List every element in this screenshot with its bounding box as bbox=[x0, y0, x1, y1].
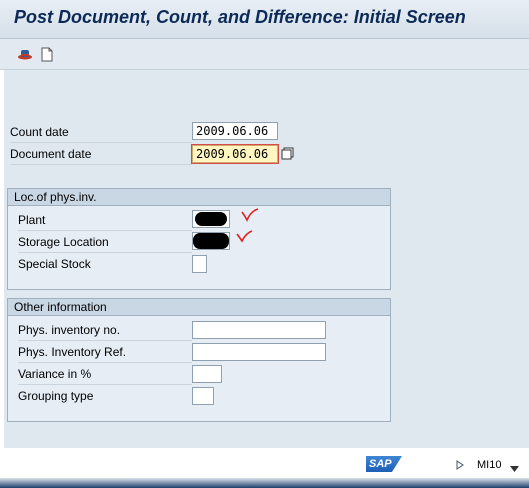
document-date-field[interactable]: 2009.06.06 bbox=[191, 144, 279, 164]
new-document-icon[interactable] bbox=[38, 45, 56, 63]
count-date-field[interactable]: 2009.06.06 bbox=[192, 122, 278, 140]
red-check-mark bbox=[240, 207, 260, 226]
red-check-mark bbox=[235, 230, 255, 247]
special-stock-label: Special Stock bbox=[18, 257, 91, 271]
play-icon[interactable] bbox=[456, 459, 464, 473]
main-content: Count date 2009.06.06 Document date 2009… bbox=[4, 70, 529, 448]
application-toolbar bbox=[0, 39, 529, 70]
redaction-mark bbox=[193, 233, 229, 249]
divider bbox=[10, 164, 192, 165]
storage-location-label: Storage Location bbox=[18, 235, 109, 249]
divider bbox=[18, 362, 192, 363]
chevron-down-icon[interactable] bbox=[510, 461, 519, 475]
bottom-border bbox=[0, 478, 529, 488]
phys-inventory-no-label: Phys. inventory no. bbox=[18, 323, 121, 337]
calendar-icon[interactable] bbox=[281, 147, 294, 160]
hat-icon[interactable] bbox=[16, 45, 34, 63]
plant-label: Plant bbox=[18, 213, 46, 227]
divider bbox=[18, 252, 192, 253]
location-group-title: Loc.of phys.inv. bbox=[8, 189, 390, 206]
divider bbox=[18, 230, 192, 231]
page-title: Post Document, Count, and Difference: In… bbox=[14, 7, 466, 27]
transaction-code: MI10 bbox=[477, 459, 502, 471]
document-date-label: Document date bbox=[10, 147, 92, 161]
count-date-label: Count date bbox=[10, 125, 69, 139]
divider bbox=[18, 340, 192, 341]
variance-label: Variance in % bbox=[18, 367, 92, 381]
special-stock-field[interactable] bbox=[192, 255, 207, 273]
phys-inventory-ref-field[interactable] bbox=[192, 343, 326, 361]
other-information-title: Other information bbox=[8, 299, 390, 316]
divider bbox=[18, 384, 192, 385]
variance-field[interactable] bbox=[192, 365, 222, 383]
divider bbox=[10, 142, 192, 143]
phys-inventory-ref-label: Phys. Inventory Ref. bbox=[18, 345, 127, 359]
grouping-type-field[interactable] bbox=[192, 387, 214, 405]
title-bar: Post Document, Count, and Difference: In… bbox=[0, 0, 529, 39]
redaction-mark bbox=[195, 212, 227, 226]
phys-inventory-no-field[interactable] bbox=[192, 321, 326, 339]
grouping-type-label: Grouping type bbox=[18, 389, 94, 403]
